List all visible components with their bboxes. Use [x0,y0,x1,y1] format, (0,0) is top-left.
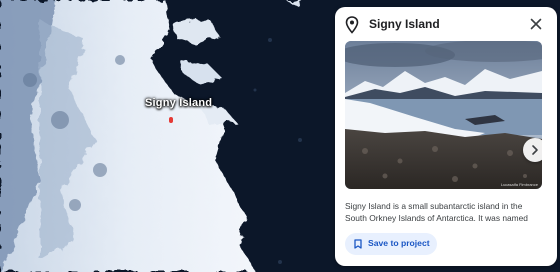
place-description: Signy Island is a small subantarctic isl… [345,201,528,223]
place-pin-icon [345,16,359,34]
bookmark-icon [354,239,362,249]
card-header: Signy Island [335,7,557,41]
photo-image [345,41,542,189]
chevron-right-icon [532,145,538,155]
save-to-project-button[interactable]: Save to project [345,233,437,255]
next-photo-button[interactable] [523,138,542,162]
close-icon[interactable] [528,16,544,32]
save-to-project-label: Save to project [368,238,430,248]
place-info-card: Signy Island Lucasalfa Fimbrance Signy I… [335,7,557,266]
photo-credit: Lucasalfa Fimbrance [500,182,538,187]
map-place-label[interactable]: Signy Island [145,97,212,109]
place-photo[interactable]: Lucasalfa Fimbrance [345,41,542,189]
card-title: Signy Island [369,17,440,31]
location-pin-icon[interactable] [169,117,173,123]
